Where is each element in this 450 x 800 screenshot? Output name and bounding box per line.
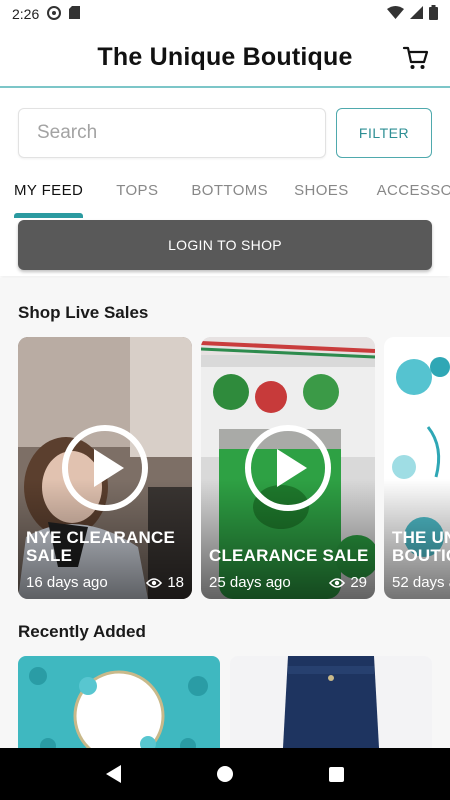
live-sale-card[interactable]: CLEARANCE SALE 25 days ago 29 (201, 337, 375, 599)
category-tabs: MY FEED TOPS BOTTOMS SHOES ACCESSORIES (0, 172, 450, 218)
battery-icon (429, 5, 438, 23)
cart-button[interactable] (402, 44, 430, 72)
product-thumbnail (18, 656, 220, 748)
tab-bottoms[interactable]: BOTTOMS (191, 172, 268, 218)
status-bar: 2:26 (0, 0, 450, 28)
recently-added-carousel[interactable] (18, 656, 450, 748)
wifi-icon (387, 6, 404, 22)
live-sale-title: CLEARANCE SALE (209, 546, 369, 565)
live-sale-age: 16 days ago (26, 574, 108, 591)
live-sale-card[interactable]: NYE CLEARANCE SALE 16 days ago 18 (18, 337, 192, 599)
system-nav-bar (0, 748, 450, 800)
view-count-value: 18 (167, 574, 184, 591)
play-icon[interactable] (245, 425, 331, 511)
live-sale-meta: 16 days ago 18 (26, 574, 184, 591)
search-input[interactable] (18, 108, 326, 158)
cart-icon (402, 46, 429, 69)
login-bar: LOGIN TO SHOP (0, 218, 450, 276)
live-sale-meta: 52 days ago (392, 574, 450, 591)
sd-card-icon (69, 6, 81, 22)
app-header: The Unique Boutique (0, 28, 450, 88)
recent-apps-icon[interactable] (329, 766, 344, 782)
view-count: 29 (329, 574, 367, 591)
search-row: FILTER (18, 108, 432, 160)
recently-added-heading: Recently Added (18, 622, 146, 641)
live-sale-meta: 25 days ago 29 (209, 574, 367, 591)
live-sales-heading: Shop Live Sales (18, 303, 149, 322)
eye-icon (329, 577, 346, 588)
live-sale-title: THE UNIQUE BOUTIQUE (392, 528, 450, 565)
app-title: The Unique Boutique (97, 42, 353, 71)
play-icon[interactable] (62, 425, 148, 511)
view-count: 18 (146, 574, 184, 591)
live-sale-age: 25 days ago (209, 574, 291, 591)
sync-icon (47, 5, 62, 23)
view-count-value: 29 (350, 574, 367, 591)
product-card[interactable] (18, 656, 220, 748)
login-to-shop-button[interactable]: LOGIN TO SHOP (18, 220, 432, 270)
tab-accessories[interactable]: ACCESSORIES (377, 172, 450, 218)
product-thumbnail (230, 656, 432, 748)
live-sale-age: 52 days ago (392, 574, 450, 591)
tab-tops[interactable]: TOPS (116, 172, 158, 218)
eye-icon (146, 577, 163, 588)
tab-shoes[interactable]: SHOES (294, 172, 349, 218)
live-sales-carousel[interactable]: NYE CLEARANCE SALE 16 days ago 18 CLEARA… (18, 337, 450, 599)
back-icon[interactable] (106, 765, 121, 783)
home-icon[interactable] (217, 766, 233, 782)
live-sale-title: NYE CLEARANCE SALE (26, 528, 176, 565)
tab-my-feed[interactable]: MY FEED (14, 172, 84, 218)
filter-button[interactable]: FILTER (336, 108, 432, 158)
live-sale-card[interactable]: THE UNIQUE BOUTIQUE 52 days ago (384, 337, 450, 599)
product-card[interactable] (230, 656, 432, 748)
status-time: 2:26 (12, 6, 40, 22)
cell-signal-icon (410, 6, 423, 22)
